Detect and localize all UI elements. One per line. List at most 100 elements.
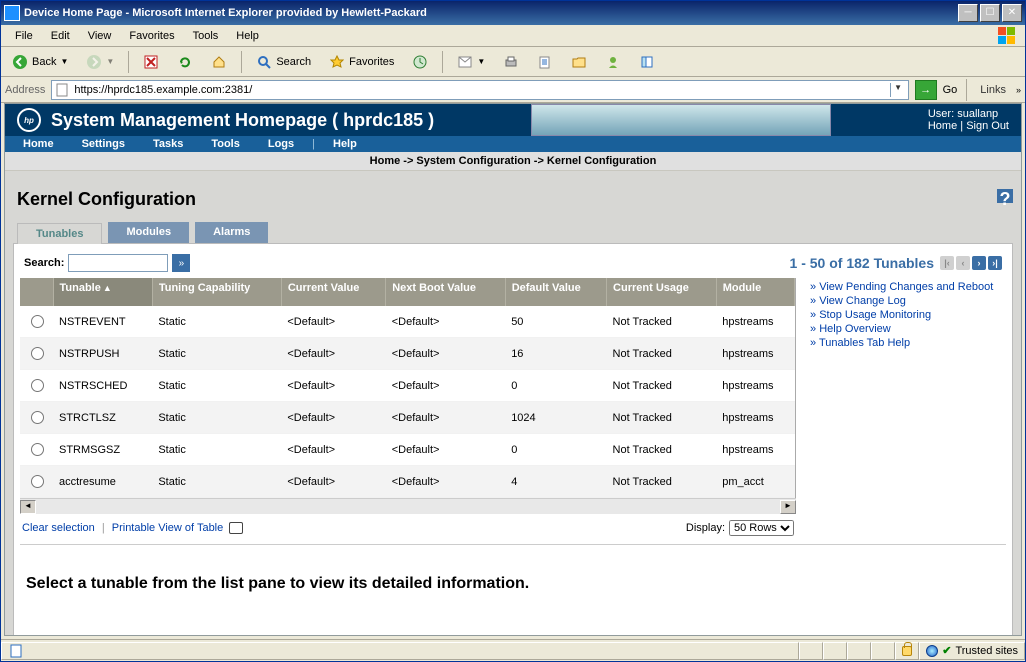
discuss-button[interactable] <box>564 51 594 73</box>
nav-tasks[interactable]: Tasks <box>141 136 195 152</box>
help-icon[interactable]: ? <box>997 189 1013 203</box>
col-current-value[interactable]: Current Value <box>281 278 385 306</box>
nav-home[interactable]: Home <box>11 136 66 152</box>
link-tunables-tab-help[interactable]: Tunables Tab Help <box>810 336 1006 350</box>
nav-settings[interactable]: Settings <box>70 136 137 152</box>
minimize-button[interactable]: ─ <box>958 4 978 22</box>
cell-current: <Default> <box>281 370 385 402</box>
table-row[interactable]: acctsuspendStatic<Default><Default>2Not … <box>20 498 795 499</box>
favorites-button[interactable]: Favorites <box>322 51 401 73</box>
pager-of: of <box>829 255 842 271</box>
smh-header: hp System Management Homepage ( hprdc185… <box>5 104 1021 136</box>
table-row[interactable]: NSTREVENTStatic<Default><Default>50Not T… <box>20 306 795 338</box>
home-button[interactable] <box>204 51 234 73</box>
pager-total: 182 <box>846 255 869 271</box>
menu-help[interactable]: Help <box>228 28 267 44</box>
titlebar: Device Home Page - Microsoft Internet Ex… <box>1 1 1025 25</box>
page-title-row: Kernel Configuration ? <box>13 179 1013 222</box>
print-button[interactable] <box>496 51 526 73</box>
pager-prev[interactable]: ‹ <box>956 256 970 270</box>
history-button[interactable] <box>405 51 435 73</box>
edit-button[interactable] <box>530 51 560 73</box>
history-icon <box>412 54 428 70</box>
home-link[interactable]: Home <box>928 120 957 132</box>
link-change-log[interactable]: View Change Log <box>810 294 1006 308</box>
table-row[interactable]: STRMSGSZStatic<Default><Default>0Not Tra… <box>20 434 795 466</box>
nav-tools[interactable]: Tools <box>199 136 252 152</box>
link-stop-usage-monitoring[interactable]: Stop Usage Monitoring <box>810 308 1006 322</box>
chevron-right-icon[interactable]: » <box>1016 85 1021 95</box>
search-go-button[interactable]: » <box>172 254 190 272</box>
browser-window: Device Home Page - Microsoft Internet Ex… <box>0 0 1026 662</box>
cell-capability: Static <box>152 466 281 498</box>
row-radio[interactable] <box>31 347 44 360</box>
back-button[interactable]: Back ▼ <box>5 51 75 73</box>
pager-next[interactable]: › <box>972 256 986 270</box>
horizontal-scrollbar[interactable]: ◄ ► <box>20 498 796 514</box>
row-radio[interactable] <box>31 475 44 488</box>
go-button[interactable]: → <box>915 80 937 100</box>
url-input[interactable] <box>70 84 889 96</box>
display-rows-select[interactable]: 50 Rows <box>729 520 794 536</box>
forward-button[interactable]: ▼ <box>79 51 121 73</box>
col-tuning-capability[interactable]: Tuning Capability <box>152 278 281 306</box>
table-row[interactable]: NSTRSCHEDStatic<Default><Default>0Not Tr… <box>20 370 795 402</box>
printable-view-link[interactable]: Printable View of Table <box>112 522 224 534</box>
menu-favorites[interactable]: Favorites <box>121 28 182 44</box>
cell-default: 2 <box>505 498 606 499</box>
stop-button[interactable] <box>136 51 166 73</box>
table-row[interactable]: STRCTLSZStatic<Default><Default>1024Not … <box>20 402 795 434</box>
cell-module: pm_acct <box>716 466 794 498</box>
tab-modules[interactable]: Modules <box>108 222 189 243</box>
row-radio[interactable] <box>31 411 44 424</box>
pager-last[interactable]: ›| <box>988 256 1002 270</box>
table-scroll[interactable]: Tunable▲ Tuning Capability Current Value… <box>20 278 796 498</box>
address-dropdown[interactable]: ▼ <box>890 83 906 97</box>
globe-icon <box>926 645 938 657</box>
nav-logs[interactable]: Logs <box>256 136 306 152</box>
messenger-button[interactable] <box>598 51 628 73</box>
menu-tools[interactable]: Tools <box>185 28 227 44</box>
col-nextboot-value[interactable]: Next Boot Value <box>386 278 505 306</box>
row-radio[interactable] <box>31 379 44 392</box>
hscroll-right[interactable]: ► <box>780 500 796 514</box>
pager-first[interactable]: |‹ <box>940 256 954 270</box>
tab-tunables[interactable]: Tunables <box>17 223 102 244</box>
close-button[interactable]: ✕ <box>1002 4 1022 22</box>
check-icon: ✔ <box>942 644 951 657</box>
col-tunable[interactable]: Tunable▲ <box>53 278 152 306</box>
nav-help[interactable]: Help <box>321 136 369 152</box>
search-input[interactable] <box>68 254 168 272</box>
menu-view[interactable]: View <box>80 28 120 44</box>
search-button[interactable]: Search <box>249 51 318 73</box>
link-help-overview[interactable]: Help Overview <box>810 322 1006 336</box>
row-radio[interactable] <box>31 315 44 328</box>
tab-alarms[interactable]: Alarms <box>195 222 268 243</box>
col-default-value[interactable]: Default Value <box>505 278 606 306</box>
cell-nextboot: <Default> <box>386 370 505 402</box>
mail-button[interactable]: ▼ <box>450 51 492 73</box>
cell-tunable: NSTRPUSH <box>53 338 152 370</box>
hp-logo-icon: hp <box>17 108 41 132</box>
cell-tunable: STRMSGSZ <box>53 434 152 466</box>
go-label: Go <box>943 84 958 96</box>
cell-tunable: acctsuspend <box>53 498 152 499</box>
links-label[interactable]: Links <box>976 84 1010 96</box>
maximize-button[interactable]: ☐ <box>980 4 1000 22</box>
refresh-button[interactable] <box>170 51 200 73</box>
link-pending-changes[interactable]: View Pending Changes and Reboot <box>810 280 1006 294</box>
hscroll-left[interactable]: ◄ <box>20 500 36 514</box>
col-module[interactable]: Module <box>716 278 794 306</box>
address-field[interactable]: ▼ <box>51 80 908 100</box>
clear-selection-link[interactable]: Clear selection <box>22 522 95 534</box>
table-row[interactable]: acctresumeStatic<Default><Default>4Not T… <box>20 466 795 498</box>
table-header-row: Tunable▲ Tuning Capability Current Value… <box>20 278 795 306</box>
row-radio[interactable] <box>31 443 44 456</box>
signout-link[interactable]: Sign Out <box>966 120 1009 132</box>
research-button[interactable] <box>632 51 662 73</box>
menu-edit[interactable]: Edit <box>43 28 78 44</box>
menu-file[interactable]: File <box>7 28 41 44</box>
col-current-usage[interactable]: Current Usage <box>607 278 717 306</box>
favorites-label: Favorites <box>349 56 394 68</box>
table-row[interactable]: NSTRPUSHStatic<Default><Default>16Not Tr… <box>20 338 795 370</box>
